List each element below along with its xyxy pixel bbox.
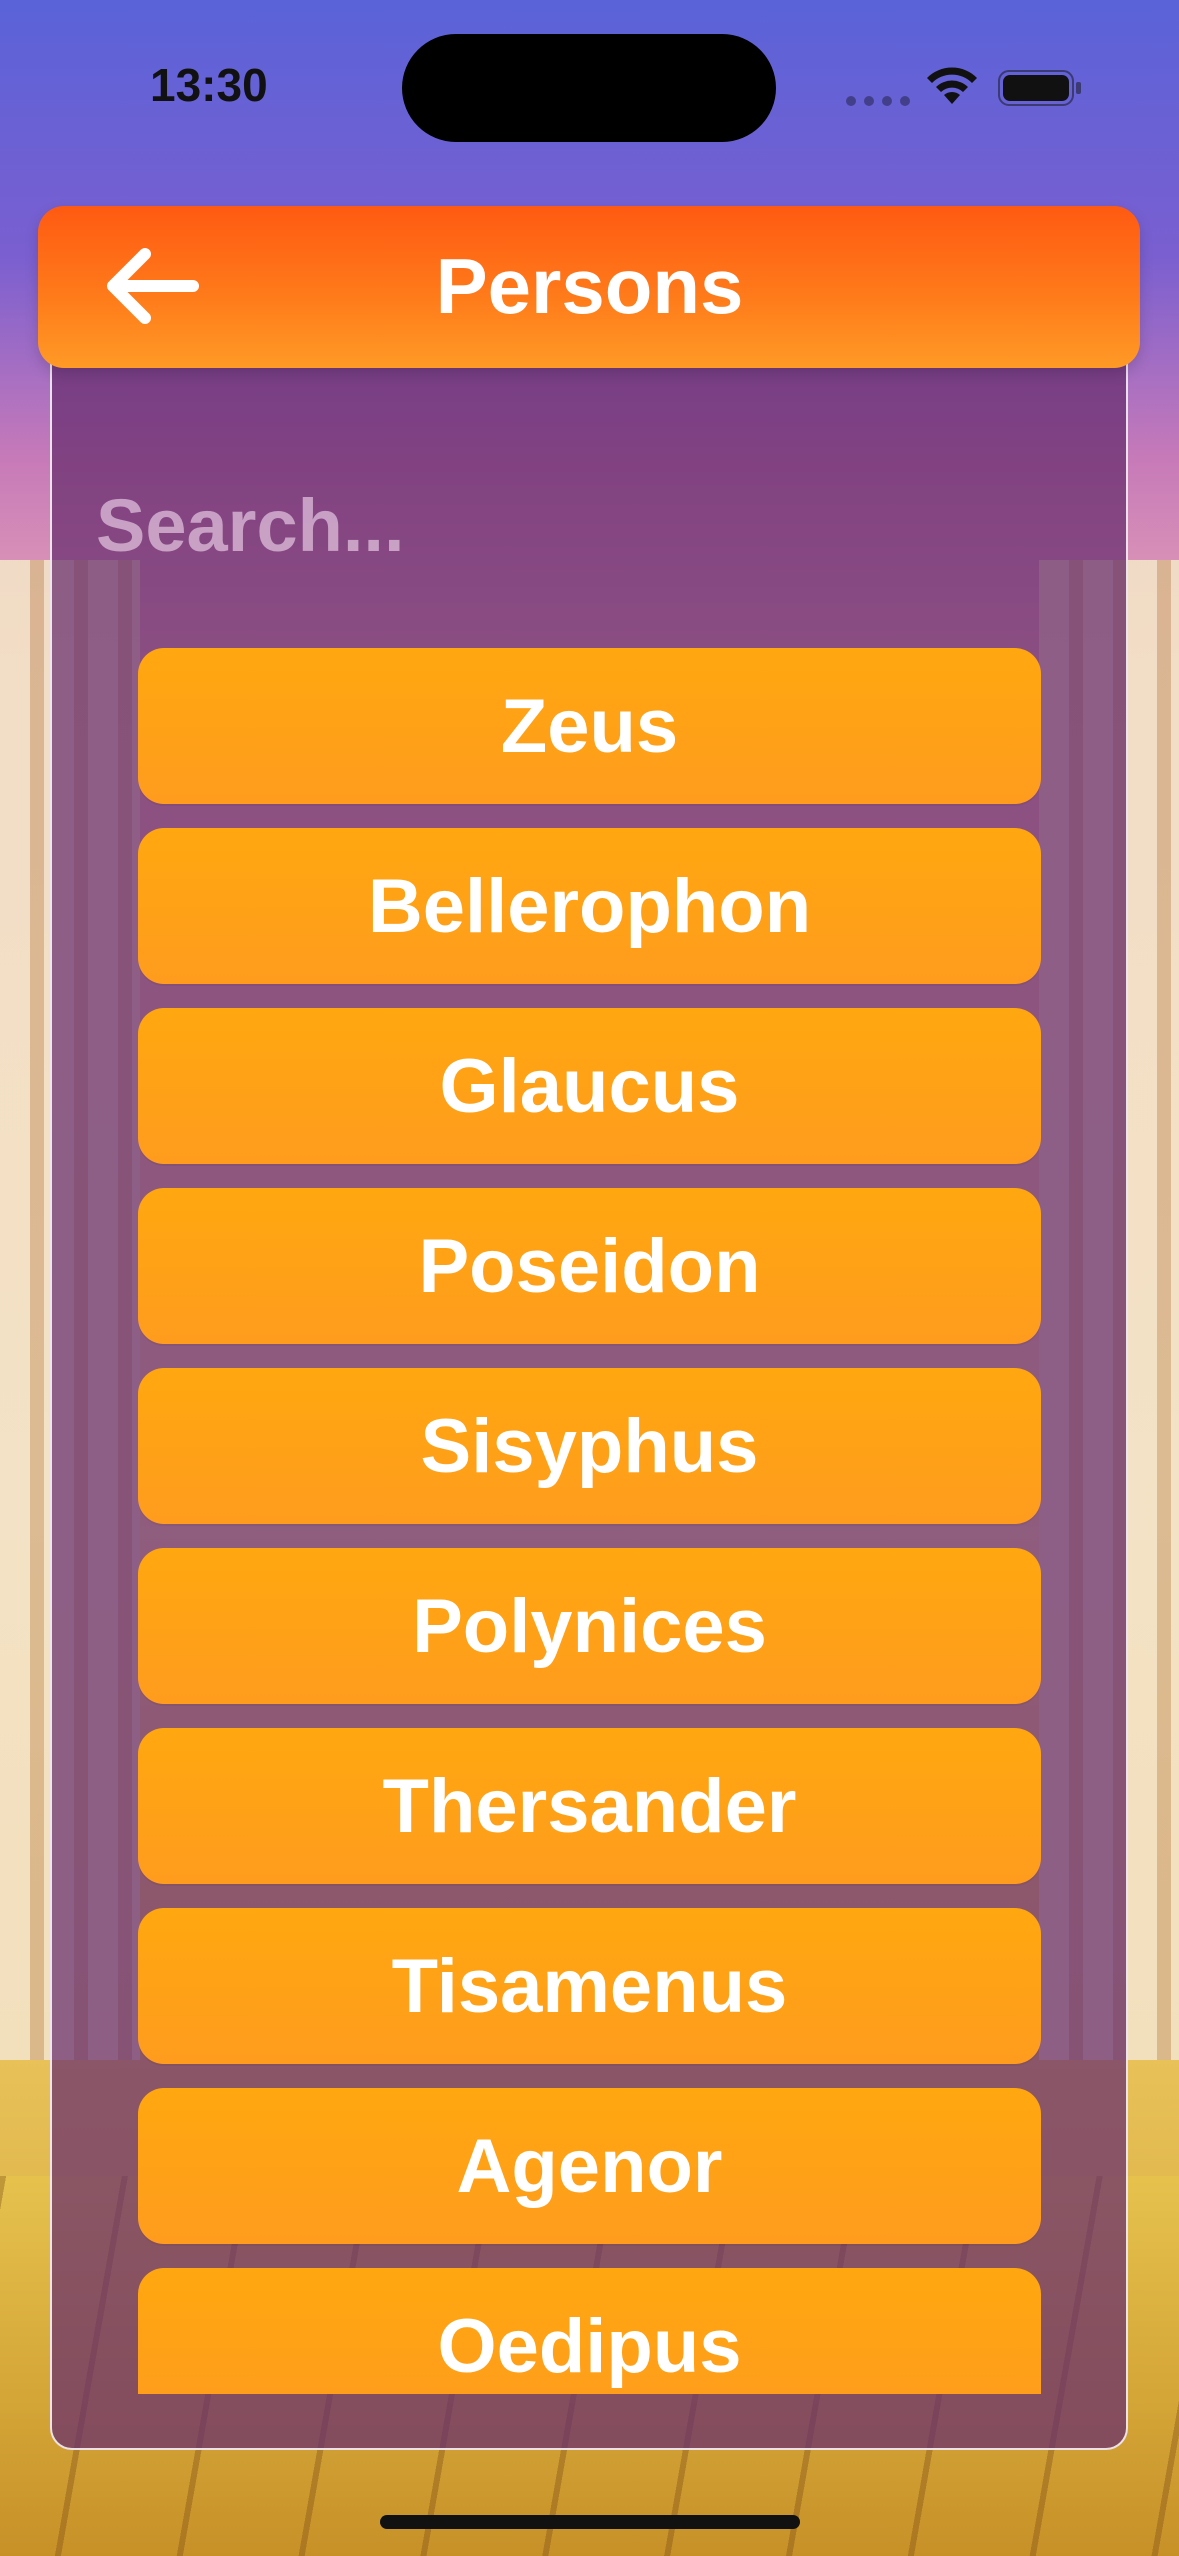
status-time: 13:30 (150, 59, 268, 111)
home-indicator (380, 2515, 800, 2529)
arrow-left-icon (107, 248, 199, 324)
person-button-glaucus[interactable]: Glaucus (138, 1008, 1041, 1164)
search-input[interactable] (96, 470, 1056, 580)
person-button-agenor[interactable]: Agenor (138, 2088, 1041, 2244)
battery-icon (998, 70, 1081, 106)
persons-list[interactable]: Zeus Bellerophon Glaucus Poseidon Sisyphus Po… (138, 648, 1041, 2394)
person-button-sisyphus[interactable]: Sisyphus (138, 1368, 1041, 1524)
person-button-tisamenus[interactable]: Tisamenus (138, 1908, 1041, 2064)
wifi-icon (927, 67, 977, 104)
person-button-oedipus[interactable]: Oedipus (138, 2268, 1041, 2394)
person-button-zeus[interactable]: Zeus (138, 648, 1041, 804)
status-bar: 13:30 (0, 0, 1179, 170)
person-button-poseidon[interactable]: Poseidon (138, 1188, 1041, 1344)
person-button-thersander[interactable]: Thersander (138, 1728, 1041, 1884)
back-button[interactable] (96, 236, 206, 336)
cellular-signal-icon (846, 96, 910, 106)
person-button-polynices[interactable]: Polynices (138, 1548, 1041, 1704)
person-button-bellerophon[interactable]: Bellerophon (138, 828, 1041, 984)
dynamic-island (402, 34, 776, 142)
